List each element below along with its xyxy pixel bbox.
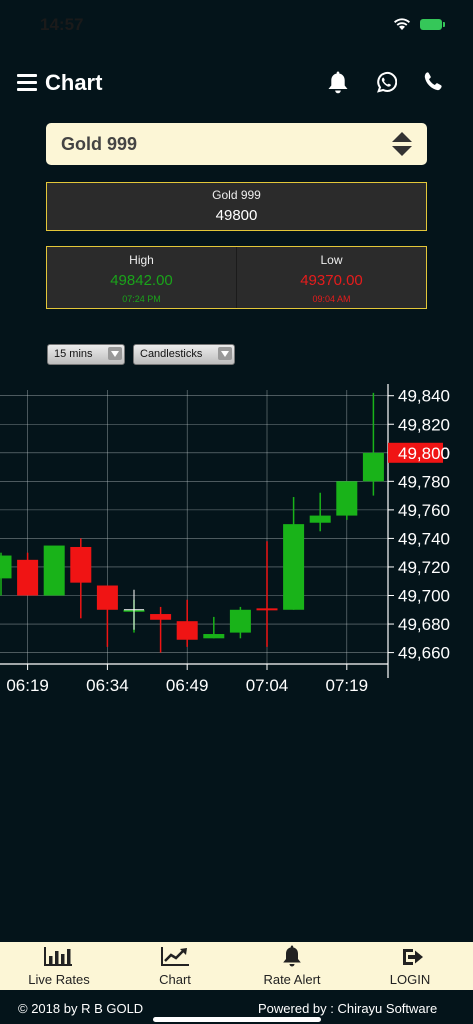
candle-body [17,559,39,596]
high-value: 49842.00 [110,272,173,289]
y-tick-label: 49,720 [398,558,450,577]
candle-body [176,621,198,640]
high-panel: High 49842.00 07:24 PM [47,247,236,308]
tab-live-rates-label: Live Rates [28,972,90,987]
app-bar: Chart [0,60,473,110]
battery-icon [420,19,445,30]
menu-icon[interactable] [17,74,37,92]
candle-body [309,515,331,523]
x-tick-label: 07:04 [246,676,289,695]
x-tick-label: 07:19 [326,676,369,695]
y-tick-label: 49,660 [398,644,450,663]
tab-rate-alert[interactable]: Rate Alert [233,942,351,990]
price-name: Gold 999 [212,188,261,202]
bottom-tab-bar: Live Rates Chart Rate Alert LOGIN [0,942,473,990]
high-label: High [129,253,154,267]
x-tick-label: 06:34 [86,676,129,695]
candle-body [362,452,384,482]
candle-body [70,546,92,583]
y-tick-label: 49,780 [398,472,450,491]
chart-style-dropdown-label: Candlesticks [140,348,203,360]
high-time: 07:24 PM [122,294,161,304]
interval-dropdown[interactable]: 15 mins [47,344,125,365]
footer-powered-by: Powered by : Chirayu Software [258,1001,438,1016]
sign-in-icon [403,949,423,965]
y-tick-label: 49,740 [398,529,450,548]
chevron-down-icon [218,347,232,360]
bell-icon [283,945,301,967]
price-value: 49800 [215,207,258,224]
candle-body [96,585,118,610]
line-chart-icon [161,947,189,966]
current-price-label: 49,800 [398,444,450,463]
y-tick-label: 49,700 [398,587,450,606]
candle-body [0,555,12,579]
tab-login[interactable]: LOGIN [351,942,469,990]
tab-chart-label: Chart [159,972,191,987]
high-low-card: High 49842.00 07:24 PM Low 49370.00 09:0… [46,246,427,309]
candle-body [229,609,251,633]
low-time: 09:04 AM [312,294,351,304]
commodity-select-value: Gold 999 [61,134,138,154]
y-tick-label: 49,760 [398,501,450,520]
price-card: Gold 999 49800 [46,182,427,231]
whatsapp-icon[interactable] [375,71,397,93]
y-tick-label: 49,680 [398,615,450,634]
wifi-icon [394,18,410,30]
status-time: 14:57 [40,15,84,34]
select-arrows-icon [392,132,412,156]
home-indicator [153,1017,321,1022]
tab-chart[interactable]: Chart [116,942,234,990]
candle-body [203,634,225,639]
footer-copyright: © 2018 by R B GOLD [18,1001,144,1016]
price-chart[interactable]: 49,840 49,820 49,800 49,780 49,760 49,740 49,7… [0,382,473,702]
interval-dropdown-label: 15 mins [54,348,93,360]
commodity-select[interactable]: Gold 999 [46,123,427,165]
y-tick-label: 49,820 [398,415,450,434]
bar-chart-icon [44,947,72,966]
candle-body [256,608,278,611]
tab-login-label: LOGIN [389,972,431,987]
candle-body [283,524,305,610]
candle-body [43,545,65,596]
low-value: 49370.00 [300,272,363,289]
tab-rate-alert-label: Rate Alert [263,972,321,987]
tab-live-rates[interactable]: Live Rates [0,942,118,990]
y-tick-label: 49,840 [398,387,450,406]
x-tick-label: 06:19 [6,676,49,695]
candle-body [150,614,172,620]
low-panel: Low 49370.00 09:04 AM [237,247,426,308]
candle-body [336,481,358,516]
page-title: Chart [45,70,103,95]
status-bar: 14:57 [0,0,473,50]
chart-style-dropdown[interactable]: Candlesticks [133,344,235,365]
bell-icon[interactable] [326,70,350,95]
chevron-down-icon [108,347,122,360]
phone-icon[interactable] [422,71,444,93]
low-label: Low [320,253,343,267]
x-tick-label: 06:49 [166,676,209,695]
